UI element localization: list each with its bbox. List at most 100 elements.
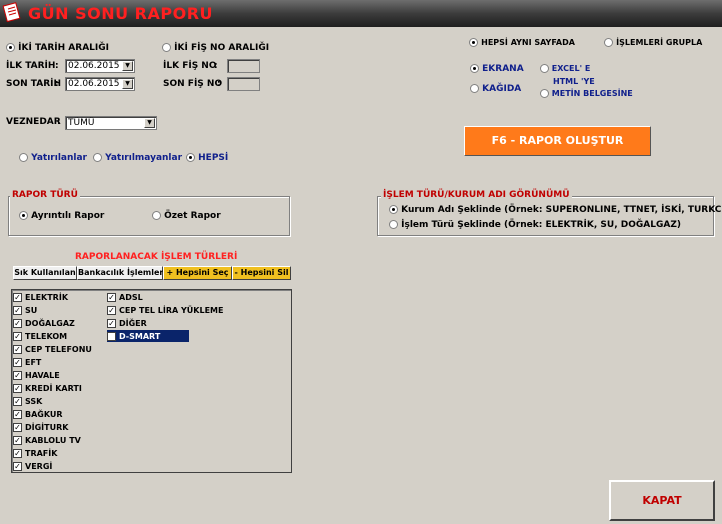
ops-item-label: SU (25, 305, 38, 315)
chevron-down-icon[interactable]: ▼ (122, 61, 133, 71)
group-ops-option[interactable]: İŞLEMLERİ GRUPLA (604, 38, 702, 48)
ops-item[interactable]: ✓ TELEKOM (13, 330, 67, 342)
chevron-down-icon[interactable]: ▼ (122, 79, 133, 89)
date-range-option[interactable]: İKİ TARİH ARALIĞI (6, 43, 109, 53)
checkbox-checked-icon[interactable]: ✓ (107, 331, 116, 341)
checkbox-checked-icon[interactable]: ✓ (13, 292, 22, 302)
checkbox-checked-icon[interactable]: ✓ (13, 305, 22, 315)
ops-item[interactable]: ✓ D-SMART (107, 330, 189, 342)
checkbox-checked-icon[interactable]: ✓ (107, 305, 116, 315)
create-report-button[interactable]: F6 - RAPOR OLUŞTUR (464, 126, 651, 156)
ops-item[interactable]: ✓ VERGİ (13, 460, 52, 472)
filter-unpaid-option[interactable]: Yatırılmayanlar (93, 153, 182, 163)
view-company-radio[interactable] (389, 205, 398, 214)
first-date-value: 02.06.2015 (68, 61, 120, 71)
last-fis-label: SON FİŞ NO (163, 79, 223, 89)
ops-item[interactable]: ✓ DİĞER (107, 317, 147, 329)
checkbox-checked-icon[interactable]: ✓ (13, 318, 22, 328)
checkbox-checked-icon[interactable]: ✓ (107, 318, 116, 328)
checkbox-checked-icon[interactable]: ✓ (13, 435, 22, 445)
same-page-radio[interactable] (469, 38, 478, 47)
ops-item[interactable]: ✓ SU (13, 304, 37, 316)
ops-item[interactable]: ✓ SSK (13, 395, 42, 407)
checkbox-checked-icon[interactable]: ✓ (13, 383, 22, 393)
ops-item[interactable]: ✓ CEP TEL LİRA YÜKLEME (107, 304, 223, 316)
ops-item[interactable]: ✓ EFT (13, 356, 41, 368)
report-summary-radio[interactable] (152, 211, 161, 220)
checkbox-checked-icon[interactable]: ✓ (107, 292, 116, 302)
first-fis-label: İLK FİŞ NO (163, 61, 217, 71)
output-text-radio[interactable] (540, 89, 549, 98)
fis-range-option[interactable]: İKİ FİŞ NO ARALIĞI (162, 43, 269, 53)
ops-item[interactable]: ✓ ADSL (107, 291, 143, 303)
ops-item[interactable]: ✓ DOĞALGAZ (13, 317, 75, 329)
chevron-down-icon[interactable]: ▼ (144, 118, 155, 128)
report-detailed-option[interactable]: Ayrıntılı Rapor (19, 211, 104, 221)
filter-paid-option[interactable]: Yatırılanlar (19, 153, 87, 163)
first-date-colon: : (55, 61, 59, 71)
output-screen-radio[interactable] (470, 64, 479, 73)
view-type-radio[interactable] (389, 220, 398, 229)
first-date-picker[interactable]: 02.06.2015 ▼ (65, 59, 135, 73)
last-fis-input[interactable] (227, 77, 260, 91)
output-paper-radio[interactable] (470, 84, 479, 93)
group-ops-label: İŞLEMLERİ GRUPLA (616, 38, 703, 47)
frequent-ops-button[interactable]: Sık Kullanılan (13, 266, 77, 280)
group-ops-radio[interactable] (604, 38, 613, 47)
clear-all-button[interactable]: - Hepsini Sil (232, 266, 291, 280)
view-company-option[interactable]: Kurum Adı Şeklinde (Örnek: SUPERONLINE, … (389, 205, 722, 215)
checkbox-checked-icon[interactable]: ✓ (13, 370, 22, 380)
ops-item-label: KREDİ KARTI (25, 383, 82, 393)
teller-select[interactable]: TÜMÜ ▼ (65, 116, 157, 130)
ops-item-label: CEP TEL LİRA YÜKLEME (119, 305, 224, 315)
ops-checklist[interactable]: ✓ ELEKTRİK ✓ SU ✓ DOĞALGAZ ✓ TELEKOM ✓ CEP TELEFO… (11, 289, 292, 473)
ops-item[interactable]: ✓ ELEKTRİK (13, 291, 68, 303)
window-title: GÜN SONU RAPORU (28, 4, 214, 23)
ops-item[interactable]: ✓ KREDİ KARTI (13, 382, 82, 394)
ops-item-label: EFT (25, 357, 42, 367)
view-type-option[interactable]: İşlem Türü Şeklinde (Örnek: ELEKTRİK, SU… (389, 220, 681, 230)
teller-value: TÜMÜ (68, 118, 95, 128)
checkbox-checked-icon[interactable]: ✓ (13, 422, 22, 432)
report-summary-option[interactable]: Özet Rapor (152, 211, 221, 221)
ops-item[interactable]: ✓ KABLOLU TV (13, 434, 81, 446)
checkbox-checked-icon[interactable]: ✓ (13, 331, 22, 341)
first-fis-input[interactable] (227, 59, 260, 73)
output-text-option[interactable]: METİN BELGESİNE (540, 89, 633, 98)
output-screen-option[interactable]: EKRANA (470, 64, 524, 74)
filter-unpaid-label: Yatırılmayanlar (105, 153, 183, 163)
date-range-radio[interactable] (6, 43, 15, 52)
checkbox-checked-icon[interactable]: ✓ (13, 396, 22, 406)
output-paper-option[interactable]: KAĞIDA (470, 84, 521, 94)
ops-item[interactable]: ✓ BAĞKUR (13, 408, 63, 420)
checkbox-checked-icon[interactable]: ✓ (13, 448, 22, 458)
ops-item-label: BAĞKUR (25, 409, 63, 419)
ops-item[interactable]: ✓ CEP TELEFONU (13, 343, 92, 355)
ops-item-label: CEP TELEFONU (25, 344, 92, 354)
checkbox-checked-icon[interactable]: ✓ (13, 357, 22, 367)
ops-item[interactable]: ✓ HAVALE (13, 369, 60, 381)
output-excel-radio[interactable] (540, 64, 549, 73)
output-excel-option[interactable]: EXCEL' E (540, 64, 590, 73)
filter-all-radio[interactable] (186, 153, 195, 162)
last-date-value: 02.06.2015 (68, 79, 120, 89)
checkbox-checked-icon[interactable]: ✓ (13, 409, 22, 419)
same-page-option[interactable]: HEPSİ AYNI SAYFADA (469, 38, 575, 48)
report-detailed-radio[interactable] (19, 211, 28, 220)
last-date-picker[interactable]: 02.06.2015 ▼ (65, 77, 135, 91)
close-button[interactable]: KAPAT (609, 480, 715, 521)
fis-range-label: İKİ FİŞ NO ARALIĞI (174, 43, 270, 53)
filter-all-option[interactable]: HEPSİ (186, 153, 228, 163)
view-company-label: Kurum Adı Şeklinde (Örnek: SUPERONLINE, … (401, 205, 722, 215)
banking-ops-button[interactable]: Bankacılık İşlemleri (77, 266, 166, 280)
report-detailed-label: Ayrıntılı Rapor (31, 211, 105, 221)
checkbox-checked-icon[interactable]: ✓ (13, 461, 22, 471)
fis-range-radio[interactable] (162, 43, 171, 52)
same-page-label: HEPSİ AYNI SAYFADA (481, 38, 575, 47)
ops-item[interactable]: ✓ DİGİTURK (13, 421, 68, 433)
filter-paid-radio[interactable] (19, 153, 28, 162)
select-all-button[interactable]: + Hepsini Seç (163, 266, 232, 280)
ops-item[interactable]: ✓ TRAFİK (13, 447, 57, 459)
filter-unpaid-radio[interactable] (93, 153, 102, 162)
checkbox-checked-icon[interactable]: ✓ (13, 344, 22, 354)
